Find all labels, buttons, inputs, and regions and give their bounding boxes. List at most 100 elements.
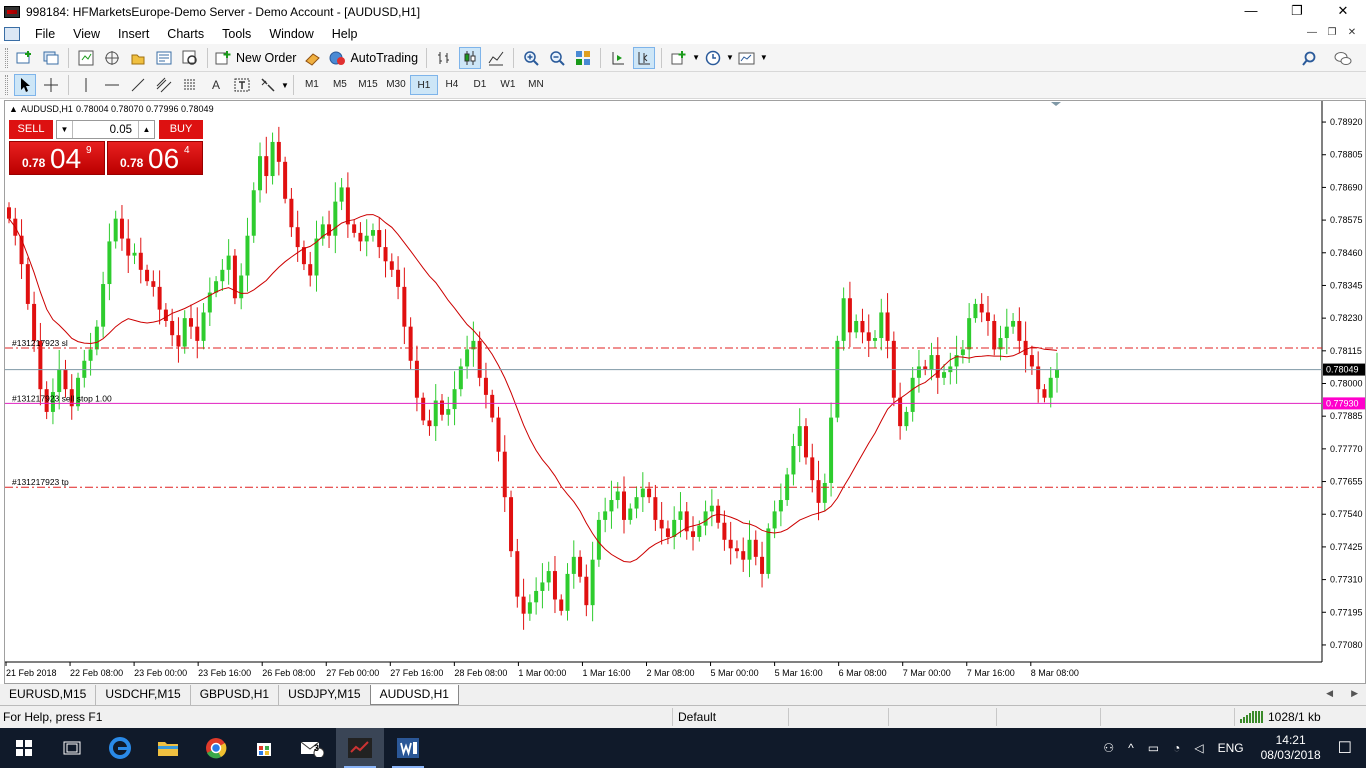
metaeditor-icon[interactable] <box>302 47 324 69</box>
vertical-line-icon[interactable] <box>75 74 97 96</box>
timeframe-h4[interactable]: H4 <box>438 75 466 95</box>
lot-increase-icon[interactable]: ▲ <box>138 121 154 138</box>
equidistant-channel-icon[interactable] <box>153 74 175 96</box>
wifi-icon[interactable]: ◔ <box>1173 741 1180 755</box>
timeframe-m30[interactable]: M30 <box>382 75 410 95</box>
status-profile[interactable]: Default <box>678 710 716 724</box>
autotrading-icon[interactable] <box>328 47 346 69</box>
task-view-icon[interactable] <box>48 728 96 768</box>
menu-view[interactable]: View <box>64 24 109 44</box>
maximize-button[interactable]: ❐ <box>1274 0 1320 23</box>
close-button[interactable]: ✕ <box>1320 0 1366 23</box>
fibonacci-icon[interactable] <box>179 74 201 96</box>
tab-eurusd[interactable]: EURUSD,M15 <box>0 685 97 705</box>
candlestick-icon[interactable] <box>459 46 482 69</box>
tab-usdjpy[interactable]: USDJPY,M15 <box>279 685 371 705</box>
menu-charts[interactable]: Charts <box>158 24 213 44</box>
cursor-icon[interactable] <box>14 74 36 96</box>
market-watch-icon[interactable] <box>75 47 97 69</box>
chrome-icon[interactable] <box>192 728 240 768</box>
line-chart-icon[interactable] <box>485 47 507 69</box>
chart-window[interactable]: 0.78920 0.78805 0.78690 0.78575 0.78460 0.783… <box>4 100 1366 684</box>
timeframe-m1[interactable]: M1 <box>298 75 326 95</box>
terminal-icon[interactable] <box>153 47 175 69</box>
sell-price-button[interactable]: 0.78 04 9 <box>9 141 105 175</box>
timeframe-h1[interactable]: H1 <box>409 75 438 95</box>
timeframe-m15[interactable]: M15 <box>354 75 382 95</box>
indicators-icon[interactable] <box>668 47 690 69</box>
mdi-restore-icon[interactable]: ❐ <box>1322 23 1342 43</box>
menu-window[interactable]: Window <box>260 24 322 44</box>
templates-icon[interactable] <box>736 47 758 69</box>
strategy-tester-icon[interactable] <box>179 47 201 69</box>
search-icon[interactable] <box>1298 48 1320 70</box>
periods-icon[interactable] <box>702 47 724 69</box>
notifications-icon[interactable]: ☐ <box>1338 738 1352 758</box>
bar-chart-icon[interactable] <box>433 47 455 69</box>
zoom-in-icon[interactable] <box>520 47 542 69</box>
language-indicator[interactable]: ENG <box>1218 741 1244 755</box>
tab-audusd[interactable]: AUDUSD,H1 <box>369 685 459 705</box>
auto-scroll-icon[interactable] <box>607 47 629 69</box>
tab-usdchf[interactable]: USDCHF,M15 <box>96 685 191 705</box>
clock[interactable]: 14:21 08/03/2018 <box>1261 733 1321 763</box>
timeframe-d1[interactable]: D1 <box>466 75 494 95</box>
menu-help[interactable]: Help <box>323 24 367 44</box>
data-window-icon[interactable] <box>101 47 123 69</box>
new-order-icon[interactable] <box>214 47 232 69</box>
crosshair-icon[interactable] <box>40 74 62 96</box>
navigator-icon[interactable] <box>127 47 149 69</box>
templates-dropdown-icon[interactable]: ▼ <box>760 53 768 62</box>
battery-icon[interactable]: ▭ <box>1148 741 1159 755</box>
file-explorer-icon[interactable] <box>144 728 192 768</box>
collapse-arrow-icon[interactable]: ▲ <box>9 104 18 114</box>
sell-button[interactable]: SELL <box>9 120 53 139</box>
store-icon[interactable] <box>240 728 288 768</box>
text-icon[interactable]: A <box>205 74 227 96</box>
lot-decrease-icon[interactable]: ▼ <box>57 121 73 138</box>
timeframe-w1[interactable]: W1 <box>494 75 522 95</box>
tile-windows-icon[interactable] <box>572 47 594 69</box>
profiles-icon[interactable] <box>40 47 62 69</box>
tray-expand-icon[interactable]: ^ <box>1128 741 1134 755</box>
mdi-minimize-icon[interactable]: — <box>1302 23 1322 43</box>
chart-shift-icon[interactable] <box>633 46 656 69</box>
volume-icon[interactable]: ◁ <box>1194 741 1203 755</box>
periods-dropdown-icon[interactable]: ▼ <box>726 53 734 62</box>
menu-file[interactable]: File <box>26 24 64 44</box>
buy-price-button[interactable]: 0.78 06 4 <box>107 141 203 175</box>
chat-icon[interactable] <box>1332 48 1354 70</box>
tab-scroll-right-icon[interactable]: ▶ <box>1351 688 1358 699</box>
document-icon[interactable] <box>4 26 20 41</box>
timeframe-m5[interactable]: M5 <box>326 75 354 95</box>
people-icon[interactable]: ⚇ <box>1103 741 1114 755</box>
toolbar-grip[interactable] <box>5 47 8 68</box>
mail-icon[interactable]: 3 <box>288 728 336 768</box>
indicators-dropdown-icon[interactable]: ▼ <box>692 53 700 62</box>
mdi-close-icon[interactable]: ✕ <box>1342 23 1362 43</box>
timeframe-mn[interactable]: MN <box>522 75 550 95</box>
toolbar-grip[interactable] <box>5 75 8 95</box>
autotrading-button[interactable]: AutoTrading <box>350 51 418 65</box>
menu-insert[interactable]: Insert <box>109 24 158 44</box>
tab-scroll-left-icon[interactable]: ◀ <box>1326 688 1333 699</box>
arrows-icon[interactable] <box>257 74 279 96</box>
zoom-out-icon[interactable] <box>546 47 568 69</box>
new-order-button[interactable]: New Order <box>236 51 296 65</box>
start-icon[interactable] <box>0 728 48 768</box>
menu-tools[interactable]: Tools <box>213 24 260 44</box>
arrows-dropdown-icon[interactable]: ▼ <box>281 81 289 90</box>
metatrader-taskbar-icon[interactable] <box>336 728 384 768</box>
edge-icon[interactable] <box>96 728 144 768</box>
horizontal-line-icon[interactable] <box>101 74 123 96</box>
text-label-icon[interactable] <box>231 74 253 96</box>
lot-size-field[interactable]: ▼ 0.05 ▲ <box>56 120 155 139</box>
minimize-button[interactable]: — <box>1228 0 1274 23</box>
tab-gbpusd[interactable]: GBPUSD,H1 <box>190 685 280 705</box>
trendline-icon[interactable] <box>127 74 149 96</box>
word-icon[interactable] <box>384 728 432 768</box>
new-chart-icon[interactable] <box>14 47 36 69</box>
buy-button[interactable]: BUY <box>159 120 203 139</box>
price-chart[interactable]: 0.78920 0.78805 0.78690 0.78575 0.78460 0.783… <box>5 101 1365 683</box>
lot-size-value[interactable]: 0.05 <box>73 124 138 136</box>
